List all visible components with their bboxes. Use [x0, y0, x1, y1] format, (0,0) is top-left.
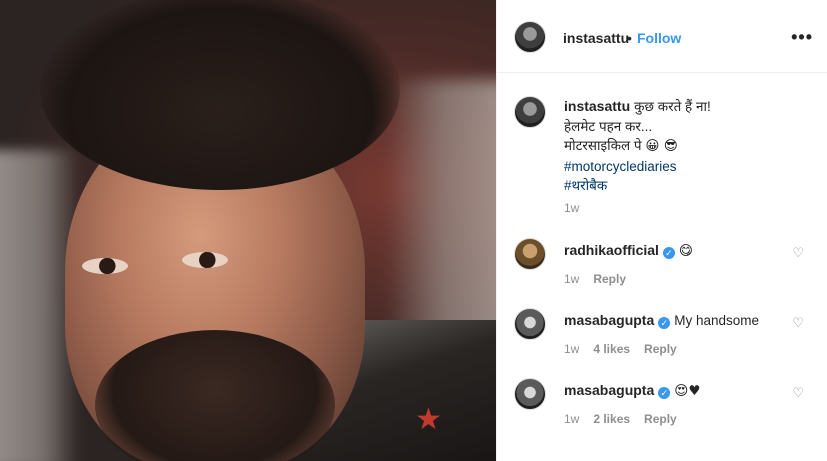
- post-photo[interactable]: ★: [0, 0, 496, 461]
- comment-username[interactable]: masabagupta: [564, 312, 654, 328]
- comment-meta: 1w 4 likes Reply: [564, 342, 691, 356]
- commenter-avatar[interactable]: [514, 378, 546, 410]
- jacket-star-logo: ★: [415, 403, 442, 436]
- comment-text: My handsome: [674, 313, 760, 328]
- photo-hair: [40, 0, 400, 190]
- verified-badge-icon: ✓: [658, 387, 671, 399]
- caption-username[interactable]: instasattu: [564, 98, 630, 114]
- comment-timestamp[interactable]: 1w: [564, 272, 579, 286]
- caption-avatar[interactable]: [514, 96, 546, 128]
- caption-line-3: मोटरसाइकिल पे: [564, 138, 642, 153]
- commenter-avatar[interactable]: [514, 308, 546, 340]
- caption-timestamp[interactable]: 1w: [564, 201, 579, 215]
- likes-count[interactable]: 2 likes: [593, 412, 630, 426]
- hashtag-link[interactable]: #थरोबैक: [564, 178, 607, 193]
- post-header: instasattu • Follow •••: [497, 0, 827, 73]
- commenter-avatar[interactable]: [514, 238, 546, 270]
- caption-line-2: हेलमेट पहन कर...: [564, 118, 653, 134]
- comment-line: radhikaofficial ✓ 😋: [564, 242, 693, 259]
- comment-username[interactable]: radhikaofficial: [564, 242, 659, 258]
- comment-item: radhikaofficial ✓ 😋 1w Reply ♡: [497, 238, 827, 300]
- comment-line: masabagupta ✓ My handsome: [564, 312, 759, 329]
- avatar[interactable]: [514, 21, 546, 53]
- more-options-icon[interactable]: •••: [791, 27, 813, 48]
- comment-item: masabagupta ✓ 😍♥ 1w 2 likes Reply ♡: [497, 378, 827, 440]
- comment-text: 😍♥: [674, 383, 701, 399]
- reply-button[interactable]: Reply: [644, 412, 677, 426]
- caption-emoji: 😀 😎: [645, 138, 678, 154]
- like-heart-icon[interactable]: ♡: [792, 245, 804, 261]
- verified-badge-icon: ✓: [658, 317, 671, 329]
- post-side-panel: instasattu • Follow ••• instasattu कुछ कर…: [496, 0, 827, 461]
- follow-button[interactable]: Follow: [637, 30, 681, 46]
- reply-button[interactable]: Reply: [644, 342, 677, 356]
- comment-username[interactable]: masabagupta: [564, 382, 654, 398]
- photo-left-eye: [82, 258, 128, 274]
- comment-meta: 1w Reply: [564, 272, 640, 286]
- comment-item: masabagupta ✓ My handsome 1w 4 likes Reply ♡: [497, 308, 827, 370]
- hashtag-link[interactable]: #motorcyclediaries: [564, 159, 677, 174]
- post-author-username[interactable]: instasattu: [563, 30, 629, 46]
- verified-badge-icon: ✓: [662, 247, 675, 259]
- comment-line: masabagupta ✓ 😍♥: [564, 382, 700, 399]
- photo-right-eye: [182, 252, 228, 268]
- likes-count[interactable]: 4 likes: [593, 342, 630, 356]
- separator-dot: •: [627, 30, 632, 46]
- caption-text: instasattu कुछ करते हैं ना! हेलमेट पहन कर…: [564, 97, 711, 196]
- like-heart-icon[interactable]: ♡: [792, 315, 804, 331]
- caption-line-1: कुछ करते हैं ना!: [634, 99, 711, 114]
- comment-meta: 1w 2 likes Reply: [564, 412, 691, 426]
- comment-timestamp[interactable]: 1w: [564, 342, 579, 356]
- like-heart-icon[interactable]: ♡: [792, 385, 804, 401]
- comment-timestamp[interactable]: 1w: [564, 412, 579, 426]
- post-caption: instasattu कुछ करते हैं ना! हेलमेट पहन कर…: [497, 95, 827, 220]
- comment-text: 😋: [678, 243, 693, 259]
- reply-button[interactable]: Reply: [593, 272, 626, 286]
